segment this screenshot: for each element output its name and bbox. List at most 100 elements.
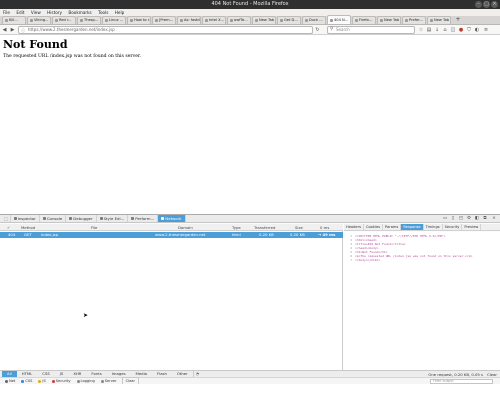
- devtools-tab-performance[interactable]: Perform...: [128, 215, 159, 222]
- tab-label: Duck ...: [309, 18, 323, 22]
- tab-label: Thesp...: [84, 18, 99, 22]
- devtools-tab-console[interactable]: Console: [40, 215, 67, 222]
- browser-tab[interactable]: Kill...: [2, 16, 26, 24]
- search-placeholder: Search: [336, 27, 350, 32]
- col-size[interactable]: Size: [295, 224, 303, 231]
- tab-label: As: fastd...: [184, 18, 201, 22]
- favicon-icon: [130, 19, 133, 22]
- menu-help[interactable]: Help: [115, 10, 125, 15]
- mouse-cursor-icon: ➤: [83, 312, 89, 319]
- request-table-header: ✓ Method File Domain Type Transferred Si…: [0, 224, 343, 231]
- detail-tab-headers[interactable]: Headers: [344, 224, 364, 230]
- tab-label: Get D...: [284, 18, 298, 22]
- menu-tools[interactable]: Tools: [98, 10, 108, 15]
- menu-view[interactable]: View: [31, 10, 41, 15]
- browser-tab[interactable]: Thesp...: [77, 16, 101, 24]
- detail-tab-cookies[interactable]: Cookies: [364, 224, 384, 230]
- pocket-icon[interactable]: ◫: [450, 27, 456, 33]
- star-icon[interactable]: ☆: [418, 27, 424, 33]
- detail-tab-security[interactable]: Security: [443, 224, 463, 230]
- info-icon[interactable]: ⓘ: [21, 28, 25, 34]
- col-transferred[interactable]: Transferred: [254, 224, 275, 231]
- browser-tab[interactable]: As: fastd...: [177, 16, 201, 24]
- col-status[interactable]: ✓: [7, 224, 10, 231]
- addon-icon[interactable]: ◐: [474, 27, 480, 33]
- favicon-icon: [105, 19, 108, 22]
- hamburger-menu-icon[interactable]: ≡: [483, 27, 489, 33]
- close-icon[interactable]: ×: [491, 1, 498, 8]
- undock-icon[interactable]: ⧉: [482, 216, 488, 222]
- detail-tab-timings[interactable]: Timings: [424, 224, 443, 230]
- browser-tab[interactable]: Intel X...: [202, 16, 226, 24]
- favicon-icon: [30, 19, 33, 22]
- table-row[interactable]: 404 GET index.jsp www.2.thesmergarden.ne…: [0, 232, 343, 238]
- tab-strip: Kill... Viking... Red r... Thesp... Linux ..…: [0, 15, 500, 25]
- menu-file[interactable]: File: [3, 10, 10, 15]
- detail-tab-preview[interactable]: Preview: [462, 224, 482, 230]
- col-file[interactable]: File: [91, 224, 97, 231]
- row-domain: www.2.thesmergarden.net: [155, 232, 206, 237]
- browser-tab[interactable]: Prefer...: [402, 16, 426, 24]
- url-bar[interactable]: ⓘ https://www.2.thesmergarden.net/index.…: [18, 26, 313, 34]
- shield-icon[interactable]: ⛉: [466, 27, 472, 33]
- browser-tab[interactable]: 404 N...: [327, 15, 351, 24]
- dock-side-icon[interactable]: ◧: [474, 216, 480, 222]
- addon-red-icon[interactable]: ●: [458, 27, 464, 33]
- devtools-tab-label: Inspector: [17, 216, 36, 221]
- detail-tab-response[interactable]: Response: [401, 224, 424, 230]
- response-body: 1 <!DOCTYPE HTML PUBLIC "-//IETF//DTD HTM…: [344, 232, 500, 383]
- window-title: 404 Not Found - Mozilla Firefox: [211, 1, 289, 7]
- browser-tab[interactable]: Red r...: [52, 16, 76, 24]
- home-icon[interactable]: ⌂: [442, 27, 448, 33]
- split-console-icon[interactable]: ▭: [442, 216, 448, 222]
- settings-icon[interactable]: ⚙: [466, 216, 472, 222]
- maximize-icon[interactable]: □: [483, 1, 490, 8]
- devtools-tab-inspector[interactable]: Inspector: [11, 215, 40, 222]
- browser-tab[interactable]: owfTe...: [227, 16, 251, 24]
- element-picker-icon[interactable]: ⬚: [2, 215, 11, 222]
- devtools-tab-style-editor[interactable]: Style Edi...: [97, 215, 129, 222]
- tab-label: New Tab: [384, 18, 400, 22]
- browser-tab[interactable]: Get D...: [277, 16, 301, 24]
- browser-tab[interactable]: How to r...: [127, 16, 151, 24]
- menu-edit[interactable]: Edit: [16, 10, 24, 15]
- menu-bookmarks[interactable]: Bookmarks: [68, 10, 91, 15]
- screenshot-icon[interactable]: ◰: [458, 216, 464, 222]
- forward-icon[interactable]: ▶: [9, 27, 16, 33]
- tab-label: Kill...: [9, 18, 18, 22]
- style-editor-icon: [99, 217, 103, 220]
- col-method[interactable]: Method: [21, 224, 35, 231]
- reading-list-icon[interactable]: ▤: [426, 27, 432, 33]
- reload-icon[interactable]: ↻: [314, 27, 321, 33]
- favicon-icon: [80, 19, 83, 22]
- minimize-icon[interactable]: –: [475, 1, 482, 8]
- browser-tab[interactable]: Viking...: [27, 16, 51, 24]
- detail-tab-params[interactable]: Params: [383, 224, 402, 230]
- tab-label: 404 N...: [334, 17, 349, 22]
- devtools-tab-debugger[interactable]: Debugger: [66, 215, 97, 222]
- new-tab-icon[interactable]: +: [454, 17, 462, 24]
- col-domain[interactable]: Domain: [178, 224, 193, 231]
- responsive-icon[interactable]: ▯: [450, 216, 456, 222]
- browser-tab[interactable]: New Tab: [377, 16, 401, 24]
- col-timeline[interactable]: 0 ms: [320, 224, 329, 231]
- browser-tab[interactable]: [Prem...: [152, 16, 176, 24]
- menu-history[interactable]: History: [47, 10, 62, 15]
- download-icon[interactable]: ↓: [434, 27, 440, 33]
- close-devtools-icon[interactable]: ×: [491, 216, 497, 222]
- browser-tab[interactable]: Linux ...: [102, 16, 126, 24]
- devtools-tab-network[interactable]: Network: [158, 215, 186, 222]
- details-tabs: Headers Cookies Params Response Timings Secur…: [344, 224, 500, 231]
- devtools-tab-label: Style Edi...: [103, 216, 125, 221]
- browser-tab[interactable]: New Tab: [252, 16, 276, 24]
- tab-label: [Prem...: [159, 18, 174, 22]
- search-bar[interactable]: ⚲ Search: [327, 26, 415, 34]
- debugger-icon: [69, 217, 73, 220]
- devtools-toolbar: ⬚ Inspector Console Debugger Style Edi..…: [0, 215, 500, 223]
- browser-tab[interactable]: Duck ...: [302, 16, 326, 24]
- logging-icon: [76, 379, 80, 383]
- col-type[interactable]: Type: [232, 224, 241, 231]
- browser-tab[interactable]: Firefo...: [352, 16, 376, 24]
- browser-tab[interactable]: New Tab: [427, 16, 451, 24]
- back-icon[interactable]: ◀: [1, 27, 8, 33]
